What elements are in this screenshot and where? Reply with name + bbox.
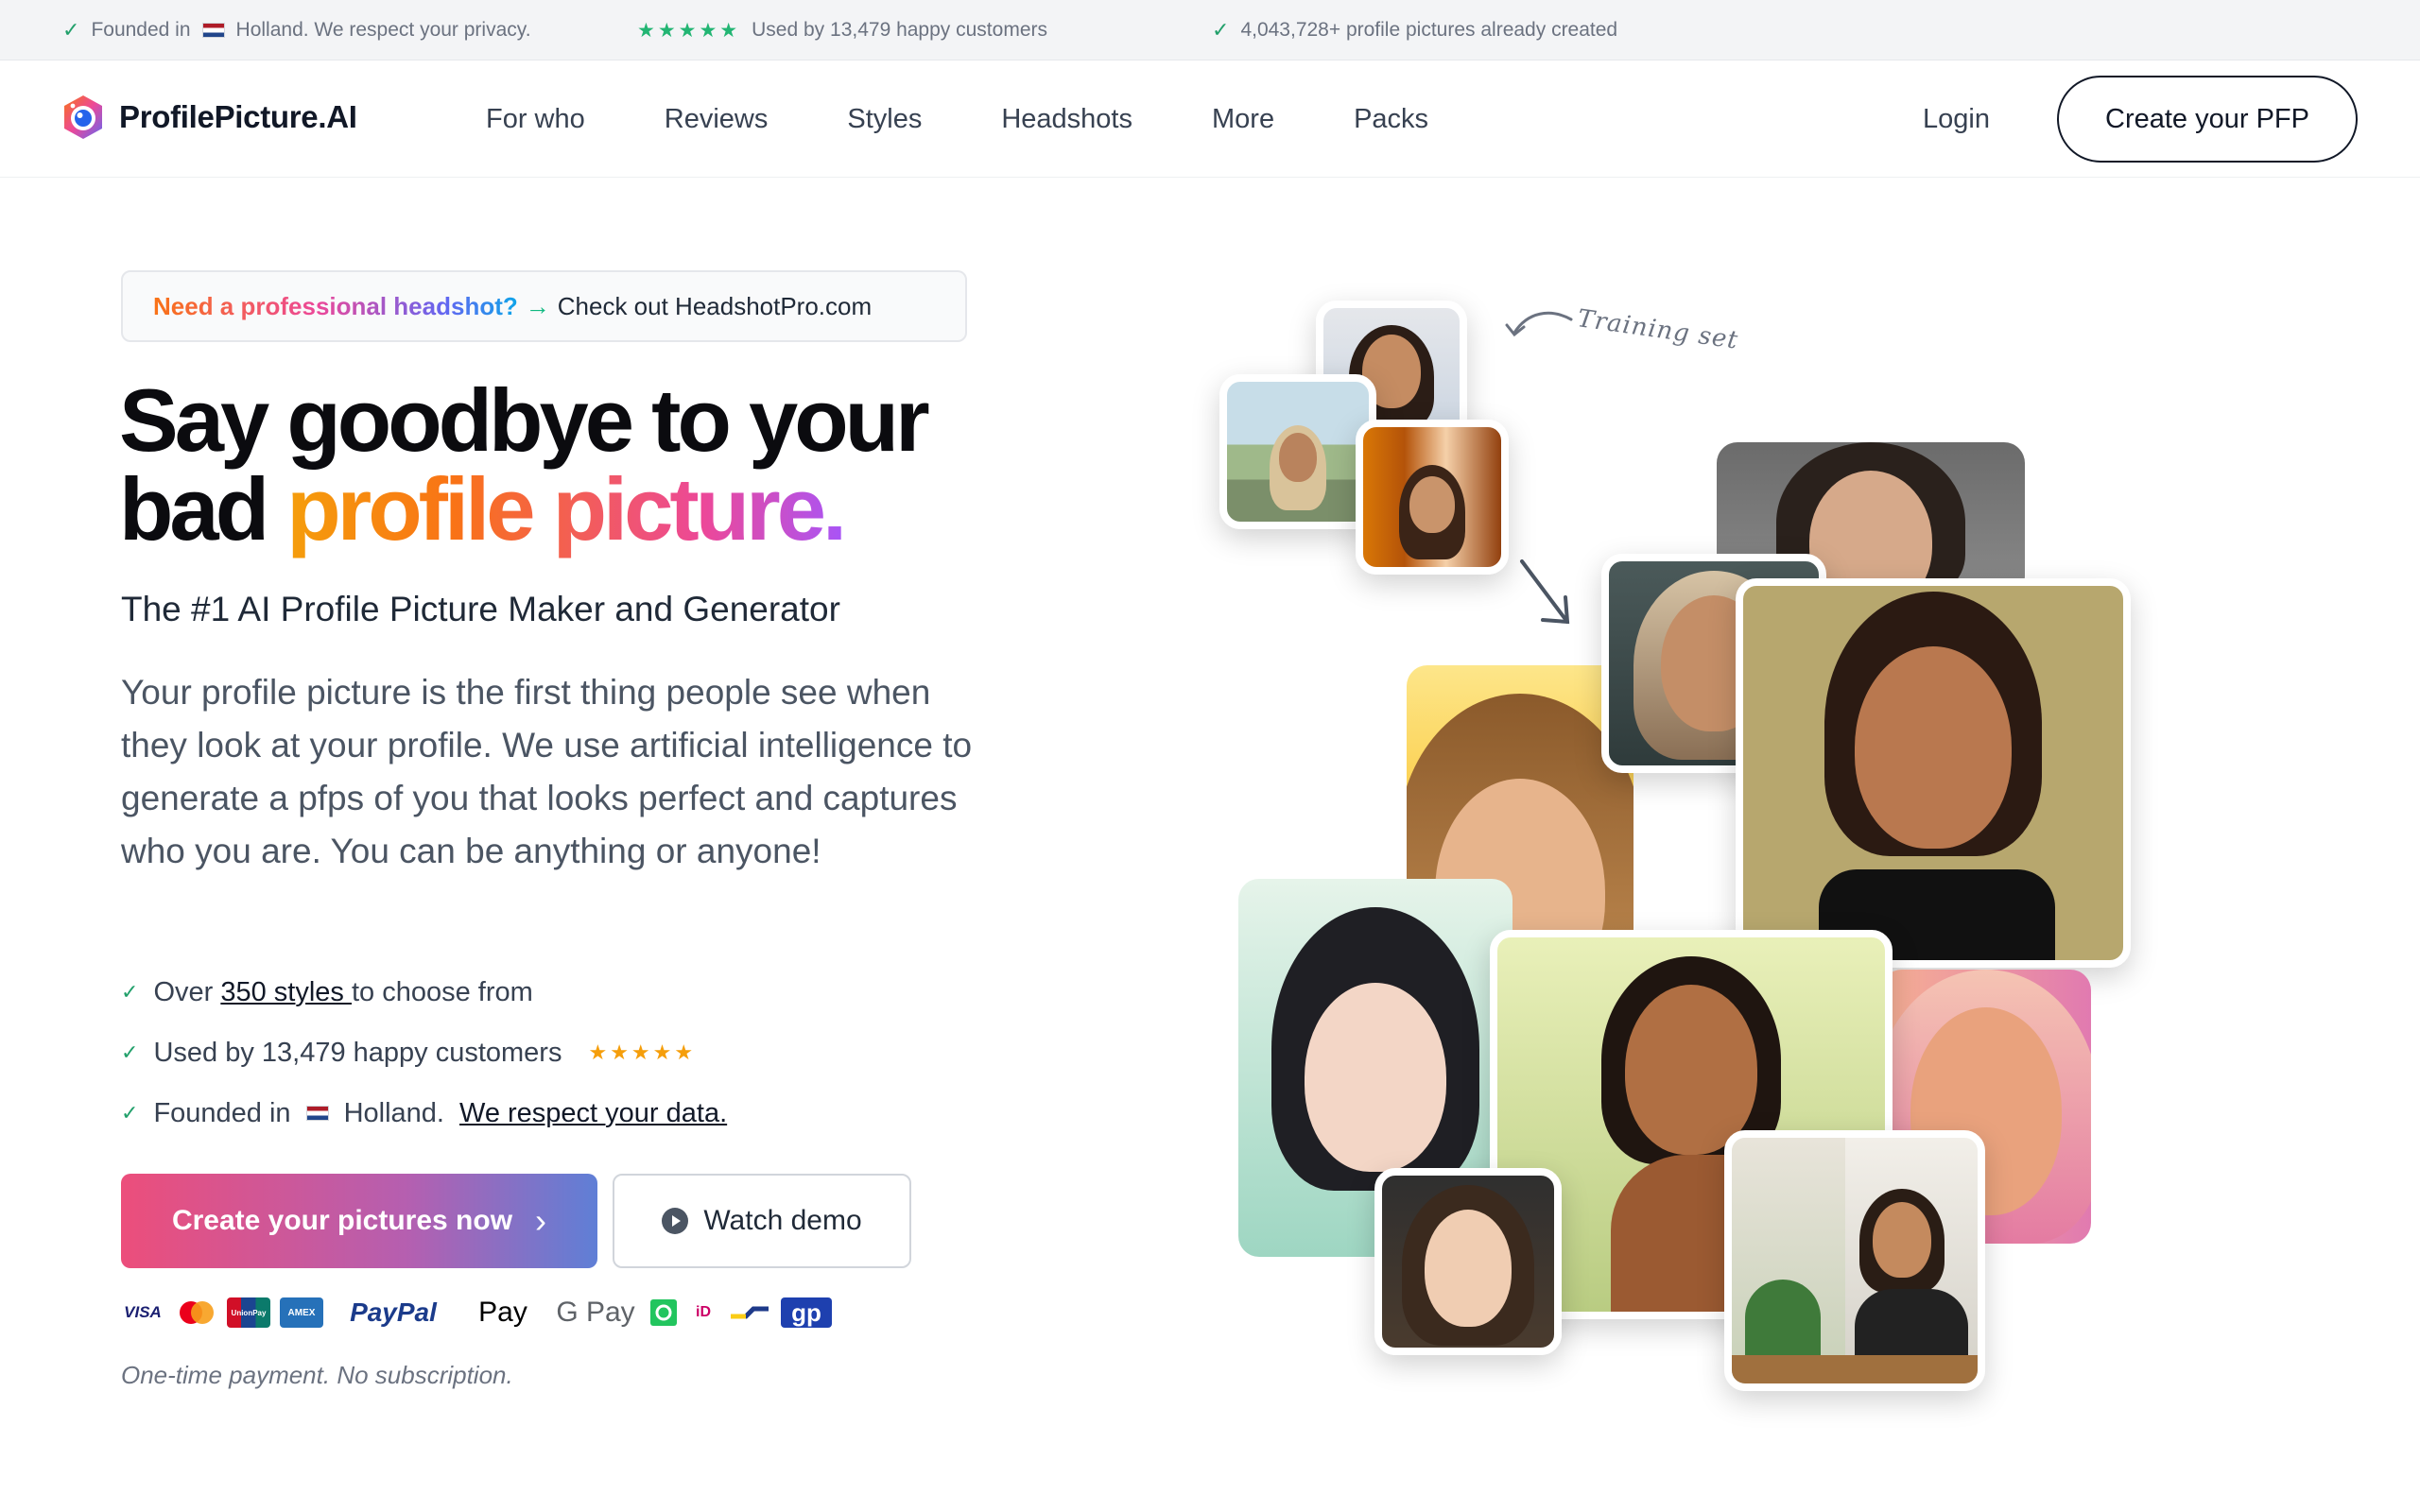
check-icon: ✓ — [121, 1101, 139, 1125]
promo-link[interactable]: Check out HeadshotPro.com — [558, 292, 872, 321]
payment-methods: VISA UnionPay AMEX PayPal Pay G Pay iD g… — [121, 1295, 832, 1331]
unionpay-icon: UnionPay — [227, 1297, 270, 1328]
pictures-created-text: 4,043,728+ profile pictures already crea… — [1240, 19, 1618, 41]
nav-link-headshots[interactable]: Headshots — [1001, 104, 1132, 135]
generated-photo — [1724, 1130, 1985, 1391]
promo-question: Need a professional headshot? — [153, 291, 518, 320]
headshot-promo-banner[interactable]: Need a professional headshot? → Check ou… — [121, 270, 967, 342]
watch-demo-button[interactable]: Watch demo — [613, 1174, 911, 1268]
create-pictures-button[interactable]: Create your pictures now › — [121, 1174, 597, 1268]
training-photo — [1219, 374, 1376, 529]
nav-menu: For who Reviews Styles Headshots More Pa… — [486, 60, 1508, 178]
nav-link-for-who[interactable]: For who — [486, 104, 585, 135]
bullet-text: Over 350 styles to choose from — [153, 977, 532, 1008]
giropay-icon: gp — [781, 1297, 832, 1328]
logo-text: ProfilePicture.AI — [119, 99, 357, 134]
check-icon: ✓ — [1212, 18, 1230, 42]
privacy-link[interactable]: We respect your data. — [459, 1098, 727, 1129]
curved-arrow-icon — [1505, 311, 1573, 337]
announcement-bar: ✓ Founded in Holland. We respect your pr… — [0, 0, 2420, 60]
headline-line-2: bad profile picture. — [119, 465, 926, 554]
nav-link-more[interactable]: More — [1212, 104, 1274, 135]
generated-photo — [1736, 578, 2131, 968]
logo[interactable]: ProfilePicture.AI — [59, 93, 357, 142]
giropay-square-icon — [648, 1297, 679, 1328]
chevron-right-icon: › — [535, 1201, 547, 1240]
founded-suffix: Holland. We respect your privacy. — [235, 19, 531, 41]
check-icon: ✓ — [121, 1040, 139, 1064]
pictures-created-notice: ✓ 4,043,728+ profile pictures already cr… — [1212, 0, 1617, 60]
arrow-down-right-icon — [1520, 559, 1570, 625]
generated-photo — [1374, 1168, 1562, 1355]
rating-stars-icon: ★★★★★ — [588, 1040, 697, 1064]
founded-prefix: Founded in — [91, 19, 191, 41]
privacy-notice: ✓ Founded in Holland. We respect your pr… — [62, 0, 531, 60]
visa-icon: VISA — [124, 1303, 162, 1321]
apple-pay-icon: Pay — [478, 1297, 527, 1328]
paypal-icon: PayPal — [350, 1297, 437, 1327]
customer-count-text: Used by 13,479 happy customers — [752, 19, 1047, 41]
page-title: Say goodbye to your bad profile picture. — [119, 370, 930, 554]
bullet-prefix: Over — [153, 976, 221, 1007]
watch-demo-label: Watch demo — [703, 1205, 862, 1236]
bullet-suffix: to choose from — [351, 976, 533, 1007]
bullet-middle: Holland. — [343, 1097, 444, 1128]
payment-note: One-time payment. No subscription. — [121, 1361, 513, 1389]
bullet-prefix: Founded in — [153, 1097, 291, 1128]
customer-count-notice: ★★★★★ Used by 13,479 happy customers — [637, 0, 1047, 60]
headline-line-1: Say goodbye to your — [119, 370, 930, 470]
styles-link[interactable]: 350 styles — [220, 977, 352, 1007]
play-icon — [662, 1208, 689, 1234]
headline-accent: profile picture. — [286, 459, 847, 558]
camera-logo-icon — [64, 95, 102, 139]
netherlands-flag-icon — [201, 23, 225, 38]
amex-icon: AMEX — [280, 1297, 323, 1328]
nav-link-packs[interactable]: Packs — [1354, 104, 1428, 135]
check-icon: ✓ — [62, 18, 80, 42]
netherlands-flag-icon — [305, 1106, 329, 1121]
check-icon: ✓ — [121, 980, 139, 1004]
main-navigation: ProfilePicture.AI For who Reviews Styles… — [0, 60, 2420, 178]
create-pictures-label: Create your pictures now — [171, 1205, 513, 1236]
nav-link-styles[interactable]: Styles — [847, 104, 922, 135]
list-item: ✓ Over 350 styles to choose from — [121, 962, 727, 1022]
hero-description: Your profile picture is the first thing … — [121, 673, 973, 870]
mastercard-icon — [174, 1297, 217, 1328]
list-item: ✓ Founded in Holland. We respect your da… — [121, 1083, 727, 1143]
create-pfp-button[interactable]: Create your PFP — [2057, 76, 2358, 163]
training-photo — [1356, 420, 1509, 575]
training-set-label: Training set — [1575, 304, 1740, 355]
headline-plain: bad — [119, 459, 287, 558]
bullet-text: Used by 13,479 happy customers — [153, 1037, 562, 1068]
rating-stars-icon: ★★★★★ — [637, 19, 741, 42]
login-link[interactable]: Login — [1923, 104, 1990, 135]
list-item: ✓ Used by 13,479 happy customers ★★★★★ — [121, 1022, 727, 1083]
nav-link-reviews[interactable]: Reviews — [665, 104, 769, 135]
feature-list: ✓ Over 350 styles to choose from ✓ Used … — [121, 962, 727, 1143]
bancontact-icon — [728, 1297, 771, 1328]
ideal-icon: iD — [696, 1304, 711, 1320]
page-subtitle: The #1 AI Profile Picture Maker and Gene… — [121, 590, 840, 628]
arrow-right-icon: → — [525, 291, 550, 320]
google-pay-icon: G Pay — [556, 1297, 635, 1328]
